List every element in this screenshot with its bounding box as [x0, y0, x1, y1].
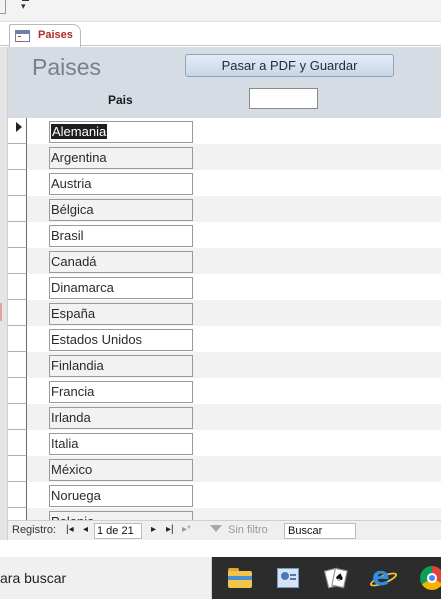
customize-toolbar-icon[interactable]: ▾	[21, 0, 29, 12]
export-pdf-button[interactable]: Pasar a PDF y Guardar	[185, 54, 394, 77]
taskbar: ara buscar ♠ e	[0, 557, 441, 599]
form-detail: Alemania Argentina Austria Bélgica Brasi…	[8, 118, 441, 520]
contacts-icon[interactable]	[276, 566, 300, 590]
form-title: Paises	[32, 54, 102, 80]
pais-field[interactable]: Francia	[49, 381, 193, 403]
pais-field[interactable]: Argentina	[49, 147, 193, 169]
current-record-icon	[16, 122, 22, 132]
record-row: Noruega	[8, 482, 441, 508]
record-row: Brasil	[8, 222, 441, 248]
filter-input[interactable]	[249, 88, 318, 109]
record-label: Registro:	[12, 524, 57, 536]
first-record-icon[interactable]: |◂	[66, 524, 74, 535]
record-row: Estados Unidos	[8, 326, 441, 352]
record-selector[interactable]	[8, 118, 27, 144]
record-row: Bélgica	[8, 196, 441, 222]
pais-field[interactable]: Austria	[49, 173, 193, 195]
record-row: Canadá	[8, 248, 441, 274]
record-selector[interactable]	[8, 326, 27, 352]
pane-marker	[0, 303, 2, 321]
record-row: Polonia	[8, 508, 441, 520]
pais-field[interactable]: México	[49, 459, 193, 481]
pais-field[interactable]: Alemania	[49, 121, 193, 143]
record-row: Italia	[8, 430, 441, 456]
pais-field[interactable]: Irlanda	[49, 407, 193, 429]
record-selector[interactable]	[8, 196, 27, 222]
window-bottom	[0, 540, 441, 557]
record-navigation-bar: Registro: |◂ ◂ 1 de 21 ▸ ▸| ▸* Sin filtr…	[8, 520, 441, 540]
record-row: Finlandia	[8, 352, 441, 378]
record-selector[interactable]	[8, 248, 27, 274]
internet-explorer-icon[interactable]: e	[368, 563, 399, 591]
pais-field[interactable]: Italia	[49, 433, 193, 455]
record-selector[interactable]	[8, 430, 27, 456]
toolbar-edge	[0, 0, 6, 14]
file-explorer-icon[interactable]	[228, 566, 252, 590]
record-row: Argentina	[8, 144, 441, 170]
pais-field[interactable]: Estados Unidos	[49, 329, 193, 351]
record-row: Francia	[8, 378, 441, 404]
chrome-icon[interactable]	[420, 566, 441, 590]
record-row: España	[8, 300, 441, 326]
record-row: Dinamarca	[8, 274, 441, 300]
record-row: Austria	[8, 170, 441, 196]
next-record-icon[interactable]: ▸	[151, 524, 156, 535]
quick-access-toolbar: ▾	[0, 0, 441, 22]
pais-field[interactable]: Canadá	[49, 251, 193, 273]
current-record-input[interactable]: 1 de 21	[94, 523, 142, 539]
taskbar-apps: ♠ e	[212, 557, 441, 599]
record-selector[interactable]	[8, 300, 27, 326]
navigation-pane-edge[interactable]	[0, 47, 8, 557]
form-icon	[15, 30, 30, 42]
pais-field[interactable]: Noruega	[49, 485, 193, 507]
record-selector[interactable]	[8, 482, 27, 508]
pais-field[interactable]: Finlandia	[49, 355, 193, 377]
new-record-icon[interactable]: ▸*	[182, 524, 191, 535]
search-input[interactable]: Buscar	[284, 523, 356, 539]
pais-field-value: Alemania	[51, 124, 108, 139]
pais-field[interactable]: Brasil	[49, 225, 193, 247]
tab-label: Paises	[38, 29, 73, 41]
solitaire-icon[interactable]: ♠	[324, 566, 348, 590]
record-selector[interactable]	[8, 274, 27, 300]
record-selector[interactable]	[8, 170, 27, 196]
record-selector[interactable]	[8, 144, 27, 170]
pais-field[interactable]: Dinamarca	[49, 277, 193, 299]
filter-icon	[210, 525, 222, 532]
record-selector[interactable]	[8, 352, 27, 378]
pais-field[interactable]: Bélgica	[49, 199, 193, 221]
record-selector[interactable]	[8, 222, 27, 248]
record-selector[interactable]	[8, 456, 27, 482]
record-row: México	[8, 456, 441, 482]
record-selector[interactable]	[8, 404, 27, 430]
column-label-pais: Pais	[108, 93, 133, 107]
taskbar-search-box[interactable]: ara buscar	[0, 557, 212, 599]
record-selector[interactable]	[8, 508, 27, 520]
record-row: Irlanda	[8, 404, 441, 430]
tab-paises[interactable]: Paises	[9, 24, 81, 47]
last-record-icon[interactable]: ▸|	[166, 524, 174, 535]
record-selector[interactable]	[8, 378, 27, 404]
form-header: Paises Pasar a PDF y Guardar Pais	[8, 47, 441, 118]
prev-record-icon[interactable]: ◂	[83, 524, 88, 535]
record-row: Alemania	[8, 118, 441, 144]
pais-field[interactable]: Polonia	[49, 511, 193, 520]
pais-field[interactable]: España	[49, 303, 193, 325]
filter-toggle[interactable]: Sin filtro	[228, 524, 268, 536]
